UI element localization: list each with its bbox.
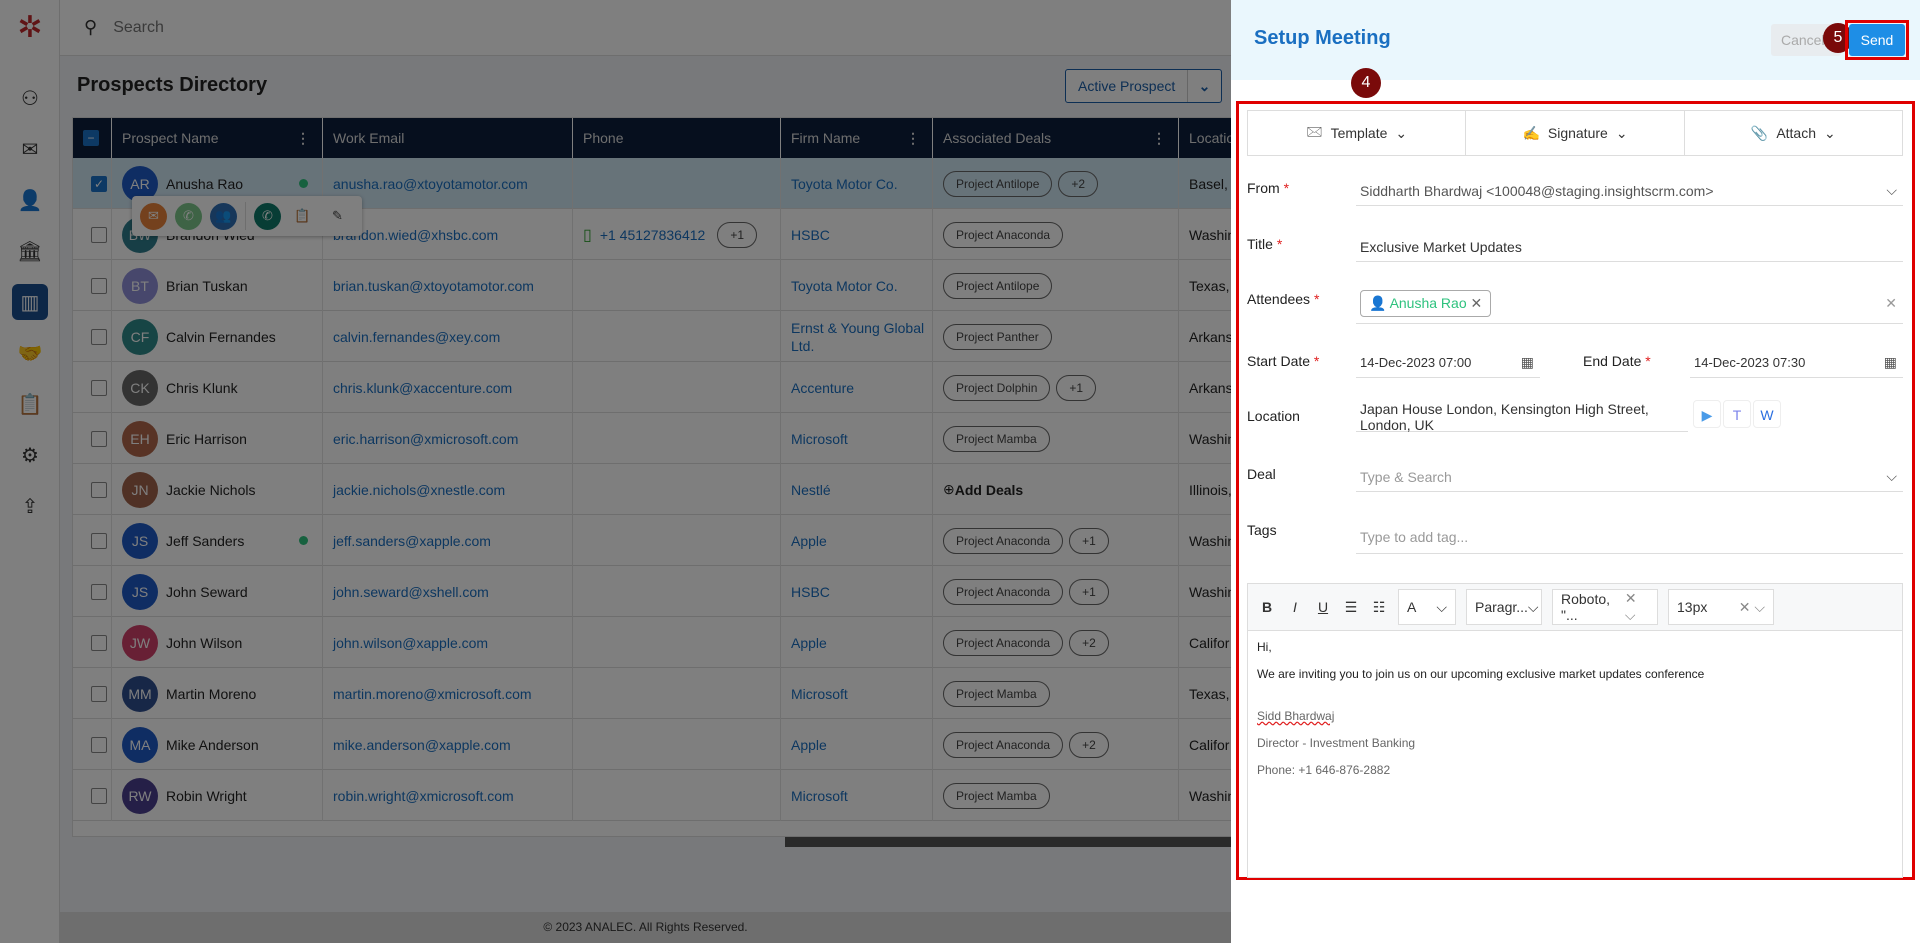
- chevron-down-icon: ⌵: [1886, 468, 1897, 484]
- clear-icon[interactable]: ✕: [1885, 295, 1897, 312]
- panel-title: Setup Meeting: [1254, 27, 1391, 49]
- body-text: We are inviting you to join us on our up…: [1257, 667, 1705, 681]
- webex-icon[interactable]: W: [1753, 400, 1781, 428]
- text-color-icon: A: [1407, 599, 1417, 615]
- tags-input[interactable]: Type to add tag...: [1356, 520, 1903, 554]
- signature-phone: Phone: +1 646-876-2882: [1257, 763, 1391, 777]
- chevron-down-icon: ⌵: [1527, 598, 1539, 615]
- deal-placeholder: Type & Search: [1360, 468, 1452, 485]
- calendar-icon[interactable]: ▦: [1884, 354, 1897, 371]
- location-input[interactable]: Japan House London, Kensington High Stre…: [1356, 401, 1688, 433]
- from-value: Siddharth Bhardwaj <100048@staging.insig…: [1360, 182, 1714, 199]
- numbered-list-icon[interactable]: ☷: [1370, 599, 1388, 616]
- clear-icon[interactable]: ✕ ⌵: [1625, 590, 1649, 624]
- greeting-text: Hi,: [1257, 640, 1272, 654]
- modal-backdrop[interactable]: [0, 0, 1231, 943]
- tags-label: Tags: [1247, 522, 1277, 538]
- attendee-chip: 👤 Anusha Rao ✕: [1360, 289, 1492, 317]
- editor-toolbar: B I U ☰ ☷ A ⌵ Paragr... ⌵ Roboto, "... ✕ ⌵ …: [1248, 584, 1902, 631]
- signature-icon: ✍: [1522, 124, 1540, 141]
- end-date-input[interactable]: 14-Dec-2023 07:30 ▦: [1690, 348, 1903, 378]
- remove-attendee-icon[interactable]: ✕: [1471, 295, 1483, 311]
- calendar-icon[interactable]: ▦: [1521, 354, 1534, 371]
- underline-icon[interactable]: U: [1314, 599, 1332, 615]
- attach-label: Attach: [1776, 125, 1817, 141]
- font-size-select[interactable]: 13px ✕ ⌵: [1668, 589, 1774, 625]
- deal-label: Deal: [1247, 466, 1276, 482]
- template-dropdown[interactable]: 🖂 Template ⌄: [1248, 111, 1467, 155]
- template-icon: 🖂: [1306, 123, 1323, 139]
- font-family-select[interactable]: Roboto, "... ✕ ⌵: [1552, 589, 1658, 625]
- text-color-select[interactable]: A ⌵: [1398, 589, 1456, 625]
- location-label: Location: [1247, 408, 1300, 424]
- bold-icon[interactable]: B: [1258, 599, 1276, 615]
- rich-text-editor[interactable]: B I U ☰ ☷ A ⌵ Paragr... ⌵ Roboto, "... ✕ ⌵ …: [1247, 583, 1903, 878]
- editor-body[interactable]: Hi, We are inviting you to join us on ou…: [1248, 631, 1902, 801]
- start-date-label: Start Date *: [1247, 353, 1320, 369]
- chevron-down-icon: ⌄: [1824, 124, 1836, 141]
- signature-name: Sidd Bhardwaj: [1257, 709, 1335, 723]
- attendees-label: Attendees *: [1247, 291, 1320, 307]
- from-label: From *: [1247, 180, 1290, 196]
- panel-header: Setup Meeting Cancel 5 Send: [1231, 0, 1920, 80]
- chevron-down-icon: ⌵: [1886, 182, 1897, 198]
- signature-label: Signature: [1547, 125, 1608, 141]
- setup-meeting-panel: Setup Meeting Cancel 5 Send 4 🖂 Template ⌄…: [1231, 0, 1920, 943]
- deal-select[interactable]: Type & Search ⌵: [1356, 462, 1903, 492]
- tags-placeholder: Type to add tag...: [1360, 528, 1469, 545]
- signature-dropdown[interactable]: ✍ Signature ⌄: [1466, 111, 1685, 155]
- step-badge-4: 4: [1351, 68, 1381, 98]
- teams-icon[interactable]: T: [1723, 400, 1751, 428]
- chevron-down-icon: ⌄: [1395, 124, 1408, 141]
- send-button[interactable]: Send: [1849, 24, 1905, 56]
- paperclip-icon: 📎: [1750, 124, 1769, 141]
- template-label: Template: [1330, 125, 1388, 141]
- from-select[interactable]: Siddharth Bhardwaj <100048@staging.insig…: [1356, 176, 1903, 206]
- chevron-down-icon: ⌵: [1436, 598, 1447, 615]
- italic-icon[interactable]: I: [1286, 599, 1304, 615]
- clear-icon[interactable]: ✕ ⌵: [1739, 599, 1765, 616]
- zoom-icon[interactable]: ▶: [1693, 400, 1721, 428]
- paragraph-select[interactable]: Paragr... ⌵: [1466, 589, 1542, 625]
- chevron-down-icon: ⌄: [1615, 124, 1628, 141]
- compose-toolbar: 🖂 Template ⌄ ✍ Signature ⌄ 📎 Attach ⌄: [1247, 110, 1903, 156]
- signature-title: Director - Investment Banking: [1257, 736, 1416, 750]
- end-date-label: End Date *: [1583, 353, 1651, 369]
- bullet-list-icon[interactable]: ☰: [1342, 599, 1360, 616]
- attendees-input[interactable]: 👤 Anusha Rao ✕ ✕: [1356, 283, 1903, 324]
- start-date-input[interactable]: 14-Dec-2023 07:00 ▦: [1356, 348, 1540, 378]
- title-label: Title *: [1247, 236, 1283, 252]
- title-input[interactable]: Exclusive Market Updates: [1356, 232, 1903, 262]
- attach-dropdown[interactable]: 📎 Attach ⌄: [1685, 111, 1902, 155]
